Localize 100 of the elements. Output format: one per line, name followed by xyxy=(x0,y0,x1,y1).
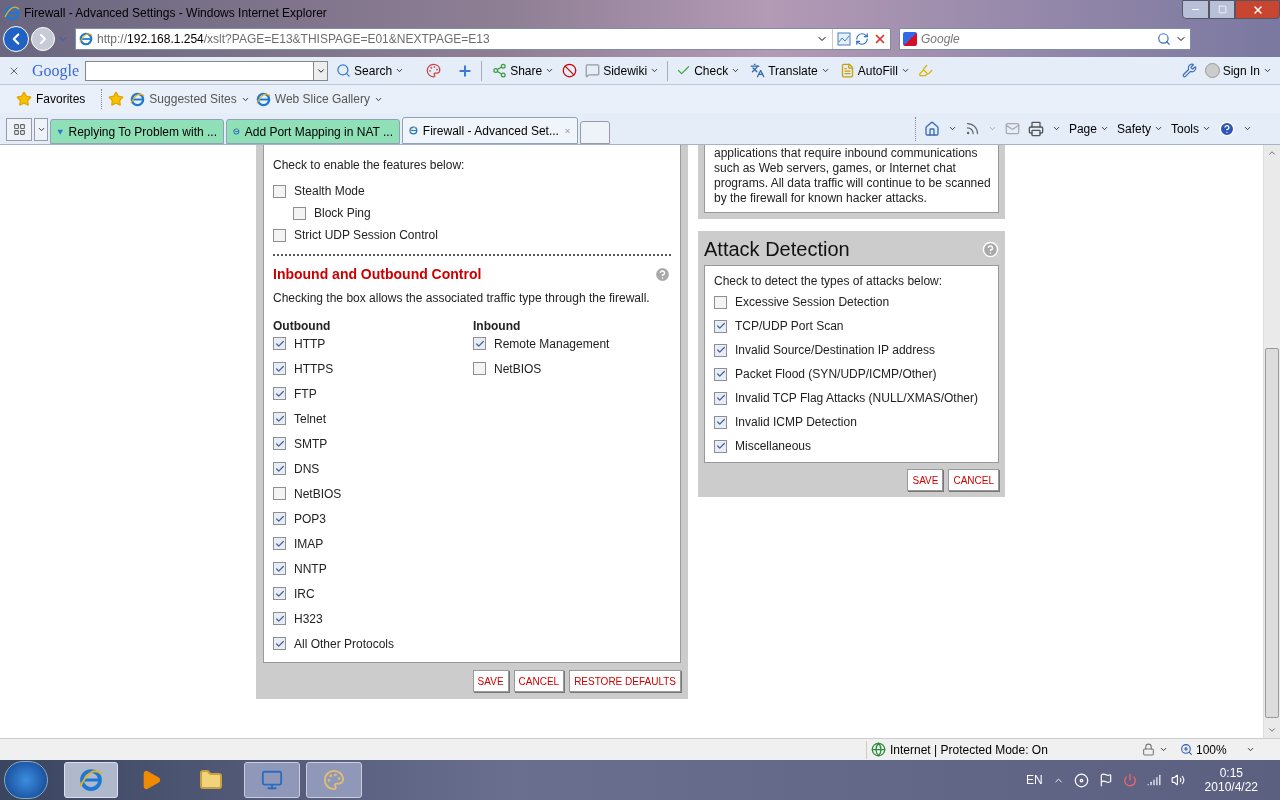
toolbar-button[interactable]: AutoFill xyxy=(837,61,912,80)
checkbox[interactable] xyxy=(714,439,727,453)
checkbox-label: IRC xyxy=(294,585,315,603)
checkbox[interactable] xyxy=(293,206,306,220)
clock[interactable]: 0:15 2010/4/22 xyxy=(1204,766,1258,794)
close-button[interactable] xyxy=(1235,0,1280,19)
checkbox[interactable] xyxy=(273,487,286,500)
checkmark-icon xyxy=(274,513,285,524)
taskbar-app[interactable] xyxy=(244,762,300,798)
browser-tab[interactable]: Add Port Mapping in NAT ... xyxy=(226,119,400,144)
command-menu[interactable]: Page xyxy=(1068,119,1109,138)
checkbox[interactable] xyxy=(714,295,727,309)
toolbar-button[interactable]: Search xyxy=(334,61,407,80)
forward-button[interactable] xyxy=(31,27,55,51)
quick-tabs-button[interactable] xyxy=(6,118,32,141)
toolbar-button[interactable]: Check xyxy=(674,61,743,80)
signal-icon[interactable] xyxy=(1146,773,1161,787)
checkbox[interactable] xyxy=(273,587,286,600)
compatibility-view-icon[interactable] xyxy=(837,32,851,46)
checkbox[interactable] xyxy=(273,412,286,425)
checkbox[interactable] xyxy=(273,462,286,475)
minimize-button[interactable] xyxy=(1182,0,1209,19)
scrollbar[interactable] xyxy=(1263,145,1280,738)
settings-icon[interactable] xyxy=(1181,63,1197,78)
favorites-link[interactable]: Web Slice Gallery xyxy=(255,90,383,108)
checkbox[interactable] xyxy=(273,562,286,575)
toolbar-button[interactable]: Translate xyxy=(748,61,832,80)
caret-icon xyxy=(820,66,830,75)
checkbox[interactable] xyxy=(273,337,286,350)
taskbar-app[interactable] xyxy=(64,762,118,798)
search-icon xyxy=(336,63,352,78)
checkmark-icon xyxy=(715,441,726,451)
search-icon[interactable] xyxy=(1157,32,1171,46)
avatar-icon xyxy=(1204,63,1220,78)
form-button[interactable]: CANCEL xyxy=(948,469,999,491)
protected-mode-icon[interactable] xyxy=(1142,743,1155,756)
checkmark-icon xyxy=(274,613,285,624)
form-button[interactable]: SAVE xyxy=(472,670,509,692)
checkbox[interactable] xyxy=(714,319,727,333)
checkbox-label: TCP/UDP Port Scan xyxy=(735,318,844,335)
tab-list-button[interactable] xyxy=(34,118,48,141)
toolbar-button[interactable]: Share xyxy=(490,61,557,80)
browser-icon xyxy=(79,32,93,46)
checkbox[interactable] xyxy=(273,537,286,550)
checkbox[interactable] xyxy=(473,362,486,375)
checkbox-label: H323 xyxy=(294,610,323,628)
palette-icon[interactable] xyxy=(426,63,442,78)
flag-icon[interactable] xyxy=(1098,773,1113,787)
checkbox-label: All Other Protocols xyxy=(294,635,395,653)
favorites-link[interactable]: Suggested Sites xyxy=(130,90,250,108)
start-button[interactable] xyxy=(4,761,48,799)
blocked-icon[interactable] xyxy=(562,63,578,78)
favorites-button[interactable]: Favorites xyxy=(16,90,86,108)
toolbar-button[interactable]: Sidewiki xyxy=(583,61,662,80)
form-button[interactable]: RESTORE DEFAULTS xyxy=(569,670,681,692)
back-button[interactable] xyxy=(3,26,29,52)
checkbox[interactable] xyxy=(714,415,727,429)
scrollbar-thumb[interactable] xyxy=(1265,348,1279,718)
browser-icon xyxy=(4,4,20,21)
disc-icon[interactable] xyxy=(1073,772,1089,788)
feeds-icon[interactable] xyxy=(964,121,980,136)
form-button[interactable]: CANCEL xyxy=(513,670,565,692)
checkbox[interactable] xyxy=(273,228,286,242)
checkbox[interactable] xyxy=(273,387,286,400)
language-indicator[interactable]: EN xyxy=(1025,771,1043,789)
print-icon[interactable] xyxy=(1027,120,1044,137)
checkbox[interactable] xyxy=(714,343,727,357)
caret-icon xyxy=(545,66,555,75)
browser-tab[interactable]: Replying To Problem with ... xyxy=(50,119,224,144)
window-title: Firewall - Advanced Settings - Windows Internet Explorer xyxy=(24,4,327,22)
zoom-button[interactable]: 100% xyxy=(1180,740,1255,759)
stop-icon[interactable] xyxy=(873,32,887,46)
maximize-button[interactable] xyxy=(1209,0,1235,19)
address-field[interactable]: http://192.168.1.254/xslt?PAGE=E13&THISPAGE=E01&NEXTPAGE=E13 xyxy=(75,28,891,50)
checkbox[interactable] xyxy=(273,362,286,375)
home-icon[interactable] xyxy=(923,120,940,137)
checkbox[interactable] xyxy=(273,637,286,650)
checkbox[interactable] xyxy=(714,391,727,405)
checkbox[interactable] xyxy=(714,367,727,381)
new-tab-button[interactable] xyxy=(580,121,610,144)
sign-in-button[interactable]: Sign In xyxy=(1204,61,1272,80)
checkbox-label: FTP xyxy=(294,385,317,403)
checkbox[interactable] xyxy=(273,437,286,450)
panel-title: Attack Detection xyxy=(704,237,850,262)
checkbox[interactable] xyxy=(473,337,486,350)
checkbox[interactable] xyxy=(273,512,286,525)
browser-tab[interactable]: Firewall - Advanced Set... xyxy=(402,117,578,144)
checkbox-label: HTTP xyxy=(294,335,326,353)
command-menu[interactable]: Tools xyxy=(1171,119,1211,138)
checkbox[interactable] xyxy=(273,612,286,625)
checkbox[interactable] xyxy=(273,184,286,198)
search-bar[interactable]: Google xyxy=(899,28,1191,50)
form-button[interactable]: SAVE xyxy=(907,469,944,491)
command-menu[interactable]: Safety xyxy=(1116,119,1163,138)
volume-icon[interactable] xyxy=(1170,773,1185,787)
checkmark-icon xyxy=(274,438,285,449)
refresh-icon[interactable] xyxy=(855,32,869,46)
help-icon[interactable] xyxy=(1219,120,1235,137)
section-text: Checking the box allows the associated traffic type through the firewall. xyxy=(273,290,651,307)
search-field[interactable]: Google xyxy=(921,30,1153,48)
